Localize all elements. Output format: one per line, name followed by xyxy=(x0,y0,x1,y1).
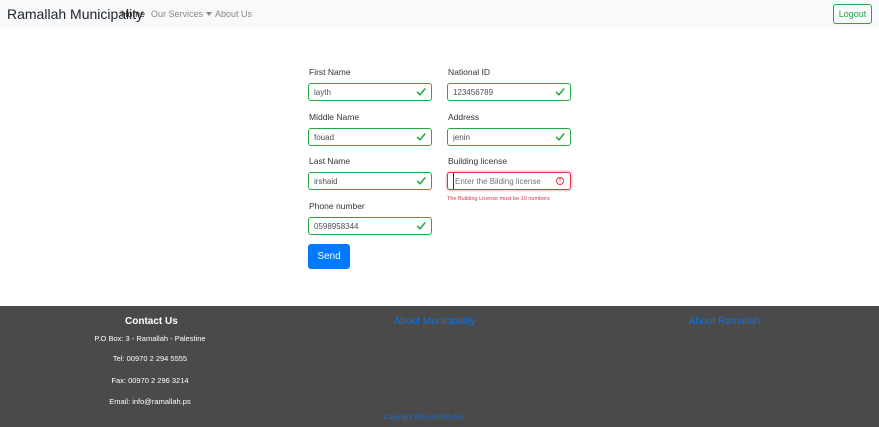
copyright-text: Copyright 2021 AXSOS AG xyxy=(384,414,463,421)
building-license-label: Building license xyxy=(448,156,508,166)
nav-about-us-link[interactable]: About Us xyxy=(215,9,252,19)
check-icon xyxy=(416,222,426,230)
building-license-error: The Building License must be 10 numbers xyxy=(447,196,550,202)
last-name-field xyxy=(308,172,432,190)
check-icon xyxy=(555,133,565,141)
national-id-field xyxy=(447,83,571,101)
phone-number-label: Phone number xyxy=(309,201,365,211)
last-name-input[interactable] xyxy=(309,173,415,189)
check-icon xyxy=(416,177,426,185)
check-icon xyxy=(555,88,565,96)
nav-home-link[interactable]: Home xyxy=(121,9,145,19)
nav-our-services-dropdown[interactable]: Our Services xyxy=(151,9,213,19)
first-name-input[interactable] xyxy=(309,84,415,100)
last-name-label: Last Name xyxy=(309,156,351,166)
phone-number-field xyxy=(308,217,432,235)
middle-name-field xyxy=(308,128,432,146)
national-id-label: National ID xyxy=(448,67,491,77)
first-name-label: First Name xyxy=(309,67,351,77)
middle-name-label: Middle Name xyxy=(309,112,360,122)
middle-name-input[interactable] xyxy=(309,129,415,145)
nav-our-services-label: Our Services xyxy=(151,9,204,19)
building-license-input[interactable] xyxy=(453,173,553,189)
contact-email: Email: info@ramallah.ps xyxy=(109,397,191,406)
about-municipality-link[interactable]: About Municipality xyxy=(394,316,475,327)
footer: Contact Us P.O Box: 3 - Ramallah - Pales… xyxy=(0,306,879,427)
check-icon xyxy=(416,88,426,96)
logout-button[interactable]: Logout xyxy=(833,4,872,24)
phone-number-input[interactable] xyxy=(309,218,415,234)
contact-phone: Tel: 00970 2 294 5555 xyxy=(112,354,188,363)
address-label: Address xyxy=(448,112,480,122)
contact-address: P.O Box: 3 - Ramallah - Palestine xyxy=(94,334,206,343)
caret-down-icon xyxy=(206,12,213,16)
contact-us-heading: Contact Us xyxy=(125,316,178,327)
building-license-field: ! xyxy=(447,172,571,190)
send-button[interactable]: Send xyxy=(308,244,350,269)
contact-fax: Fax: 00970 2 296 3214 xyxy=(111,376,189,385)
about-ramallah-link[interactable]: About Ramallah xyxy=(689,316,760,327)
national-id-input[interactable] xyxy=(448,84,554,100)
address-input[interactable] xyxy=(448,129,554,145)
navbar: Ramallah Municipality Home Our Services … xyxy=(0,0,879,28)
address-field xyxy=(447,128,571,146)
exclamation-circle-icon: ! xyxy=(556,177,564,185)
check-icon xyxy=(416,133,426,141)
first-name-field xyxy=(308,83,432,101)
